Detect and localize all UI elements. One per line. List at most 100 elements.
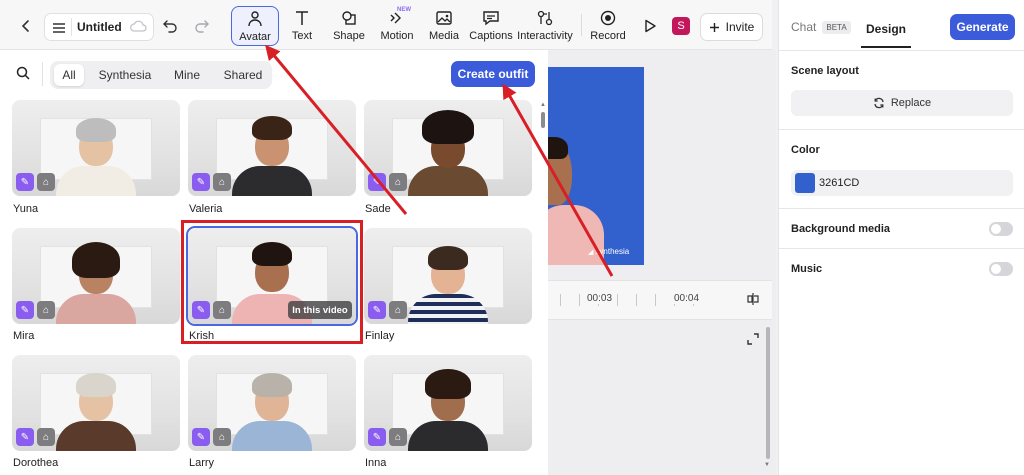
filter-tab-mine[interactable]: Mine bbox=[166, 64, 208, 86]
design-panel: Chat BETA Design Generate Scene layout R… bbox=[778, 0, 1024, 475]
tool-interactivity[interactable]: Interactivity bbox=[514, 6, 576, 46]
shape-icon bbox=[342, 11, 356, 25]
scroll-up-icon[interactable]: ▲ bbox=[540, 102, 546, 108]
avatar-custom-badge[interactable]: ⌂ bbox=[37, 301, 55, 319]
replace-label: Replace bbox=[890, 97, 932, 109]
timeline-split-button[interactable] bbox=[744, 290, 762, 308]
avatar-hair bbox=[252, 116, 292, 140]
menu-icon bbox=[53, 23, 65, 33]
back-button[interactable] bbox=[16, 16, 36, 36]
music-toggle[interactable] bbox=[989, 262, 1013, 276]
undo-button[interactable] bbox=[160, 16, 180, 36]
tool-media[interactable]: Media bbox=[420, 6, 468, 46]
color-title: Color bbox=[791, 144, 820, 156]
synthesia-watermark: ◢ synthesia bbox=[588, 247, 629, 256]
avatar-card-sade[interactable]: ✎ ⌂ bbox=[364, 100, 532, 196]
avatar-card-larry[interactable]: ✎ ⌂ bbox=[188, 355, 356, 451]
tool-captions[interactable]: Captions bbox=[467, 6, 515, 46]
avatar-name: Finlay bbox=[365, 330, 395, 342]
user-avatar[interactable]: S bbox=[672, 17, 690, 35]
avatar-card-mira[interactable]: ✎ ⌂ bbox=[12, 228, 180, 324]
avatar-card-finlay[interactable]: ✎ ⌂ bbox=[364, 228, 532, 324]
color-picker[interactable]: 3261CD bbox=[791, 170, 1013, 196]
avatar-hair bbox=[72, 242, 120, 278]
avatar-figure bbox=[56, 166, 136, 196]
tab-design[interactable]: Design bbox=[861, 12, 911, 48]
tool-shape[interactable]: Shape bbox=[325, 6, 373, 46]
avatar-name: Inna bbox=[365, 457, 387, 469]
tool-avatar[interactable]: Avatar bbox=[231, 6, 279, 46]
generate-button[interactable]: Generate bbox=[950, 14, 1015, 40]
avatar-custom-badge[interactable]: ⌂ bbox=[37, 428, 55, 446]
krish-highlight-box bbox=[181, 220, 363, 344]
scroll-down-icon[interactable]: ▼ bbox=[764, 462, 770, 468]
record-icon bbox=[600, 10, 616, 26]
avatar-hair bbox=[422, 110, 474, 144]
create-outfit-button[interactable]: Create outfit bbox=[451, 61, 535, 87]
scene-layout-title: Scene layout bbox=[791, 65, 859, 77]
avatar-card-yuna[interactable]: ✎ ⌂ bbox=[12, 100, 180, 196]
invite-button[interactable]: Invite bbox=[700, 13, 763, 41]
divider bbox=[779, 129, 1024, 130]
tab-chat-label: Chat bbox=[791, 20, 817, 34]
avatar-hair bbox=[76, 373, 116, 397]
avatar-card-dorothea[interactable]: ✎ ⌂ bbox=[12, 355, 180, 451]
avatar-card-valeria[interactable]: ✎ ⌂ bbox=[188, 100, 356, 196]
text-icon bbox=[296, 11, 308, 25]
tool-avatar-label: Avatar bbox=[239, 31, 271, 43]
avatar-custom-badge[interactable]: ⌂ bbox=[213, 428, 231, 446]
play-button[interactable] bbox=[641, 17, 659, 35]
tool-text-label: Text bbox=[291, 30, 313, 42]
avatar-custom-badge[interactable]: ⌂ bbox=[37, 173, 55, 191]
background-media-toggle[interactable] bbox=[989, 222, 1013, 236]
tool-motion[interactable]: NEW Motion bbox=[373, 6, 421, 46]
avatar-name: Sade bbox=[365, 203, 391, 215]
search-icon bbox=[16, 66, 30, 80]
tab-chat[interactable]: Chat BETA bbox=[791, 20, 851, 34]
avatar-figure bbox=[56, 421, 136, 451]
avatar-edit-badge[interactable]: ✎ bbox=[16, 301, 34, 319]
media-icon bbox=[436, 11, 452, 25]
split-icon bbox=[747, 293, 759, 305]
avatar-hair bbox=[76, 118, 116, 142]
interactivity-icon bbox=[537, 10, 553, 26]
background-media-label: Background media bbox=[791, 223, 891, 235]
filter-tab-all[interactable]: All bbox=[54, 64, 84, 86]
tool-text[interactable]: Text bbox=[278, 6, 326, 46]
workspace-scrollbar[interactable] bbox=[766, 327, 770, 459]
avatar-custom-badge[interactable]: ⌂ bbox=[389, 173, 407, 191]
search-button[interactable] bbox=[14, 64, 32, 82]
avatar-edit-badge[interactable]: ✎ bbox=[368, 173, 386, 191]
timeline-time-1: 00:04 bbox=[672, 293, 702, 304]
avatar-edit-badge[interactable]: ✎ bbox=[16, 428, 34, 446]
avatar-edit-badge[interactable]: ✎ bbox=[192, 428, 210, 446]
avatar-figure bbox=[408, 421, 488, 451]
project-title[interactable]: Untitled bbox=[77, 20, 122, 34]
divider bbox=[779, 248, 1024, 249]
avatar-figure bbox=[232, 166, 312, 196]
replace-button[interactable]: Replace bbox=[791, 90, 1013, 116]
color-value: 3261CD bbox=[819, 177, 860, 189]
avatar-name: Yuna bbox=[13, 203, 39, 215]
tool-record[interactable]: Record bbox=[584, 6, 632, 46]
tool-interactivity-label: Interactivity bbox=[517, 30, 573, 42]
avatar-edit-badge[interactable]: ✎ bbox=[368, 301, 386, 319]
tool-captions-label: Captions bbox=[469, 30, 513, 42]
avatar-edit-badge[interactable]: ✎ bbox=[192, 173, 210, 191]
filter-tab-synthesia[interactable]: Synthesia bbox=[92, 64, 158, 86]
tool-media-label: Media bbox=[429, 30, 459, 42]
redo-icon bbox=[195, 20, 209, 33]
avatar-custom-badge[interactable]: ⌂ bbox=[213, 173, 231, 191]
expand-button[interactable] bbox=[744, 330, 762, 348]
avatar-custom-badge[interactable]: ⌂ bbox=[389, 428, 407, 446]
avatar-panel-scrollbar[interactable] bbox=[541, 112, 545, 128]
avatar-card-inna[interactable]: ✎ ⌂ bbox=[364, 355, 532, 451]
menu-button[interactable] bbox=[49, 18, 69, 38]
filter-tab-shared[interactable]: Shared bbox=[218, 64, 268, 86]
redo-button[interactable] bbox=[192, 16, 212, 36]
avatar-edit-badge[interactable]: ✎ bbox=[368, 428, 386, 446]
color-swatch bbox=[795, 173, 815, 193]
scene-canvas[interactable]: ◢ synthesia bbox=[548, 67, 644, 265]
avatar-edit-badge[interactable]: ✎ bbox=[16, 173, 34, 191]
avatar-custom-badge[interactable]: ⌂ bbox=[389, 301, 407, 319]
